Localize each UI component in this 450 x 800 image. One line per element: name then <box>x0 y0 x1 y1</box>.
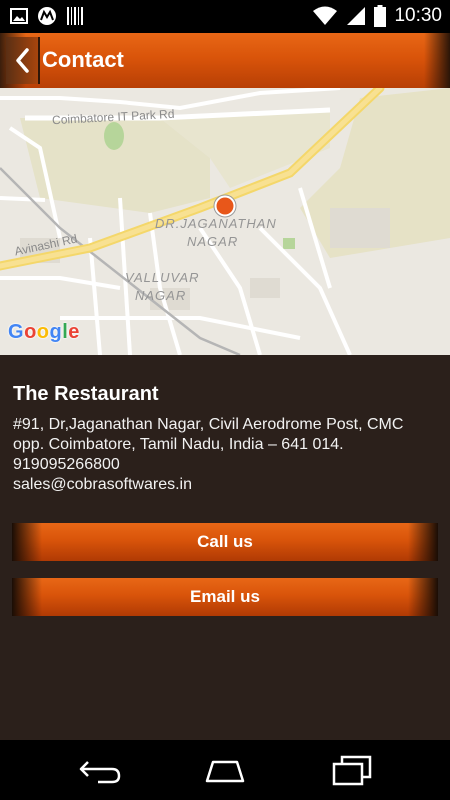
area-label-valluvar: VALLUVAR <box>125 270 200 285</box>
status-time: 10:30 <box>394 5 442 26</box>
back-icon[interactable] <box>76 754 124 786</box>
navigation-bar <box>0 740 450 800</box>
page-title: Contact <box>42 47 124 72</box>
email-us-label: Email us <box>190 587 260 606</box>
wifi-icon <box>313 6 338 25</box>
address-line-2: opp. Coimbatore, Tamil Nadu, India – 641… <box>13 436 344 453</box>
email-address[interactable]: sales@cobrasoftwares.in <box>13 475 443 495</box>
call-us-button[interactable]: Call us <box>12 523 438 561</box>
address-line-1: #91, Dr,Jaganathan Nagar, Civil Aerodrom… <box>13 416 404 433</box>
map-view[interactable]: Coimbatore IT Park Rd Avinashi Rd DR.JAG… <box>0 88 450 355</box>
area-label-jaganathan-nagar: NAGAR <box>187 234 239 249</box>
back-button[interactable] <box>6 37 40 84</box>
area-label-jaganathan: DR.JAGANATHAN <box>155 216 277 231</box>
google-logo[interactable]: Google <box>8 321 80 344</box>
phone-number[interactable]: 919095266800 <box>13 455 443 475</box>
app-bar: Contact <box>0 33 450 88</box>
email-us-button[interactable]: Email us <box>12 578 438 616</box>
image-icon <box>10 8 28 24</box>
call-us-label: Call us <box>197 532 253 551</box>
barcode-icon <box>67 7 83 25</box>
restaurant-name: The Restaurant <box>13 383 159 405</box>
motorola-icon <box>38 7 56 25</box>
restaurant-details: The Restaurant #91, Dr,Jaganathan Nagar,… <box>13 383 443 495</box>
battery-icon <box>374 5 387 27</box>
status-bar: 10:30 <box>0 0 450 33</box>
recents-icon[interactable] <box>328 754 376 786</box>
chevron-left-icon <box>16 48 29 73</box>
home-icon[interactable] <box>201 754 249 786</box>
signal-icon <box>347 7 366 25</box>
area-label-valluvar-nagar: NAGAR <box>135 288 187 303</box>
